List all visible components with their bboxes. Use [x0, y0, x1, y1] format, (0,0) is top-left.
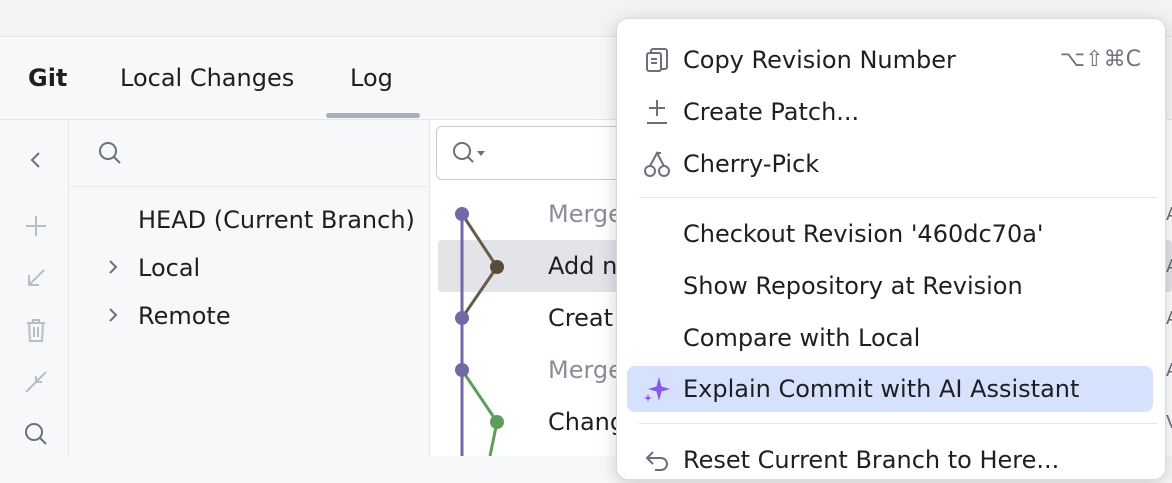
active-tab-indicator: [326, 113, 420, 118]
menu-item-checkout-revision[interactable]: Checkout Revision '460dc70a': [627, 211, 1153, 257]
menu-item-show-repository[interactable]: Show Repository at Revision: [627, 263, 1153, 309]
arrow-down-left-icon[interactable]: [20, 262, 52, 294]
menu-separator: [639, 197, 1157, 198]
sparkle-icon: [644, 377, 670, 402]
commit-node: [455, 311, 469, 325]
cherry-icon: [644, 150, 670, 177]
author-initial: A: [1166, 204, 1172, 225]
tab-local-changes[interactable]: Local Changes: [120, 37, 294, 119]
left-toolbar: [4, 120, 69, 456]
commit-message: Add n: [548, 252, 618, 280]
menu-item-label: Explain Commit with AI Assistant: [683, 375, 1080, 403]
commit-message: Merge: [548, 356, 623, 384]
menu-item-label: Compare with Local: [683, 324, 921, 352]
menu-item-label: Copy Revision Number: [683, 46, 956, 74]
menu-item-reset-branch[interactable]: Reset Current Branch to Here...: [627, 437, 1153, 483]
menu-item-label: Show Repository at Revision: [683, 272, 1023, 300]
menu-item-explain-commit[interactable]: Explain Commit with AI Assistant: [627, 366, 1153, 412]
branch-search-field[interactable]: [69, 120, 429, 187]
tab-log[interactable]: Log: [350, 37, 393, 119]
menu-separator: [639, 423, 1157, 424]
tool-window-title: Git: [28, 64, 68, 92]
commit-graph: [455, 207, 504, 456]
shortcut-label: ⌥⇧⌘C: [1059, 47, 1141, 72]
commit-message: Merge: [548, 200, 623, 228]
branches-panel: HEAD (Current Branch) Local Remote: [69, 120, 430, 456]
branch-head[interactable]: HEAD (Current Branch): [138, 206, 415, 234]
commit-context-menu: Copy Revision Number ⌥⇧⌘C Create Patch..…: [616, 18, 1166, 480]
undo-icon: [645, 451, 668, 471]
copy-icon: [646, 48, 668, 72]
menu-item-label: Cherry-Pick: [683, 150, 820, 178]
commit-node: [455, 363, 469, 377]
search-icon: [99, 142, 121, 164]
branch-group-local[interactable]: Local: [138, 254, 200, 282]
chevron-right-icon[interactable]: [103, 305, 123, 325]
chevron-right-icon[interactable]: [103, 257, 123, 277]
compare-arrows-icon[interactable]: [20, 366, 52, 398]
patch-icon: [647, 100, 667, 124]
menu-item-label: Create Patch...: [683, 98, 860, 126]
commit-message: Creat: [548, 304, 613, 332]
author-initial: A: [1166, 308, 1172, 329]
menu-item-copy-revision[interactable]: Copy Revision Number ⌥⇧⌘C: [627, 37, 1153, 83]
plus-icon[interactable]: [20, 210, 52, 242]
commit-node: [490, 260, 504, 274]
menu-item-label: Checkout Revision '460dc70a': [683, 220, 1044, 248]
search-icon[interactable]: [20, 418, 52, 450]
commit-node: [455, 207, 469, 221]
trash-icon[interactable]: [20, 314, 52, 346]
author-initial: V: [1166, 412, 1172, 433]
menu-item-create-patch[interactable]: Create Patch...: [627, 89, 1153, 135]
branch-group-remote[interactable]: Remote: [138, 302, 231, 330]
commit-node: [490, 415, 504, 429]
menu-item-compare-local[interactable]: Compare with Local: [627, 315, 1153, 361]
menu-item-label: Reset Current Branch to Here...: [683, 446, 1060, 474]
author-initial: A: [1166, 256, 1172, 277]
commit-message: Chang: [548, 408, 626, 436]
chevron-left-icon[interactable]: [20, 144, 52, 176]
menu-item-cherry-pick[interactable]: Cherry-Pick: [627, 141, 1153, 187]
author-initial: A: [1166, 360, 1172, 381]
